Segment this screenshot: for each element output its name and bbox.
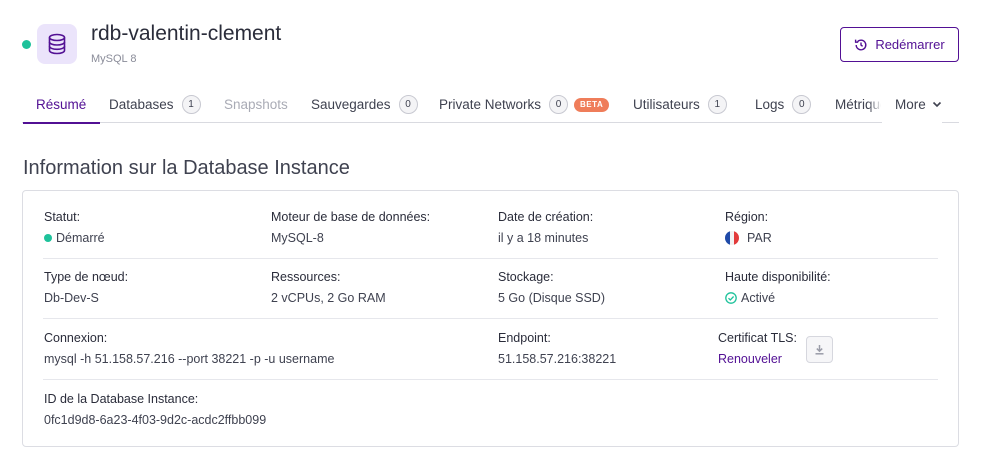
restart-icon bbox=[854, 38, 868, 52]
download-certificate-button[interactable] bbox=[806, 336, 833, 363]
section-title: Information sur la Database Instance bbox=[23, 157, 350, 179]
moteur-field: Moteur de base de données: MySQL-8 bbox=[271, 209, 430, 246]
tab-databases[interactable]: Databases 1 bbox=[109, 86, 201, 123]
tls-field: Certificat TLS: Renouveler bbox=[718, 330, 797, 367]
tab-resume[interactable]: Résumé bbox=[22, 86, 101, 124]
field-value: Activé bbox=[725, 290, 831, 306]
field-value: il y a 18 minutes bbox=[498, 231, 589, 245]
tab-label: Logs bbox=[755, 97, 785, 112]
count-badge: 1 bbox=[707, 95, 727, 114]
region-text: PAR bbox=[747, 231, 772, 245]
ressources-field: Ressources: 2 vCPUs, 2 Go RAM bbox=[271, 269, 386, 306]
info-row: ID de la Database Instance: 0fc1d9d8-6a2… bbox=[43, 391, 938, 436]
field-value: Db-Dev-S bbox=[44, 291, 99, 305]
info-card: Statut: Démarré Moteur de base de donnée… bbox=[22, 190, 959, 447]
date-field: Date de création: il y a 18 minutes bbox=[498, 209, 593, 246]
field-label: ID de la Database Instance: bbox=[44, 392, 199, 406]
info-row: Type de nœud: Db-Dev-S Ressources: 2 vCP… bbox=[43, 269, 938, 319]
tab-label: Private Networks bbox=[439, 97, 542, 112]
chevron-down-icon bbox=[932, 101, 942, 108]
tab-snapshots: Snapshots bbox=[224, 86, 288, 123]
field-label: Type de nœud: bbox=[44, 270, 129, 284]
endpoint-field: Endpoint: 51.158.57.216:38221 bbox=[498, 330, 616, 367]
tab-label: Résumé bbox=[36, 97, 87, 112]
connection-string: mysql -h 51.158.57.216 --port 38221 -p -… bbox=[44, 352, 335, 366]
field-label: Région: bbox=[725, 210, 769, 224]
status-dot bbox=[22, 40, 31, 49]
more-label: More bbox=[895, 97, 926, 112]
info-row: Statut: Démarré Moteur de base de donnée… bbox=[43, 209, 938, 259]
instance-id: 0fc1d9d8-6a23-4f03-9d2c-acdc2ffbb099 bbox=[44, 413, 267, 427]
database-icon bbox=[37, 24, 77, 64]
ha-text: Activé bbox=[741, 291, 776, 305]
count-badge: 0 bbox=[792, 95, 812, 114]
check-circle-icon bbox=[725, 292, 737, 304]
count-badge: 0 bbox=[549, 95, 569, 114]
tab-private-networks[interactable]: Private Networks 0 BETA bbox=[439, 86, 610, 123]
more-tabs-dropdown[interactable]: More bbox=[882, 86, 942, 123]
field-value: Démarré bbox=[44, 230, 105, 246]
tab-utilisateurs[interactable]: Utilisateurs 1 bbox=[633, 86, 727, 123]
field-label: Moteur de base de données: bbox=[271, 210, 431, 224]
field-value: 5 Go (Disque SSD) bbox=[498, 291, 605, 305]
connexion-field: Connexion: mysql -h 51.158.57.216 --port… bbox=[44, 330, 334, 367]
status-text: Démarré bbox=[56, 231, 105, 245]
info-row: Connexion: mysql -h 51.158.57.216 --port… bbox=[43, 330, 938, 380]
field-label: Ressources: bbox=[271, 270, 341, 284]
type-field: Type de nœud: Db-Dev-S bbox=[44, 269, 128, 306]
page-subtitle: MySQL 8 bbox=[91, 53, 137, 65]
field-value: 2 vCPUs, 2 Go RAM bbox=[271, 291, 386, 305]
tab-label: Databases bbox=[109, 97, 174, 112]
field-label: Endpoint: bbox=[498, 331, 551, 345]
tab-bar: Résumé Databases 1 Snapshots Sauvegardes… bbox=[22, 86, 959, 124]
count-badge: 0 bbox=[398, 95, 418, 114]
field-label: Certificat TLS: bbox=[718, 331, 797, 345]
download-icon bbox=[814, 344, 825, 355]
field-label: Haute disponibilité: bbox=[725, 270, 831, 284]
field-label: Stockage: bbox=[498, 270, 554, 284]
field-label: Date de création: bbox=[498, 210, 594, 224]
tab-label: Utilisateurs bbox=[633, 97, 700, 112]
region-field: Région: PAR bbox=[725, 209, 772, 246]
field-value: 51.158.57.216:38221 bbox=[498, 352, 617, 366]
instance-id-field: ID de la Database Instance: 0fc1d9d8-6a2… bbox=[44, 391, 266, 428]
tab-label: Snapshots bbox=[224, 97, 288, 112]
count-badge: 1 bbox=[181, 95, 201, 114]
field-label: Connexion: bbox=[44, 331, 108, 345]
statut-field: Statut: Démarré bbox=[44, 209, 105, 246]
beta-badge: BETA bbox=[574, 97, 610, 112]
renew-tls-link[interactable]: Renouveler bbox=[718, 351, 782, 367]
field-value: MySQL-8 bbox=[271, 231, 324, 245]
restart-button[interactable]: Redémarrer bbox=[840, 27, 959, 62]
page-title: rdb-valentin-clement bbox=[91, 22, 282, 45]
field-label: Statut: bbox=[44, 210, 81, 224]
stockage-field: Stockage: 5 Go (Disque SSD) bbox=[498, 269, 605, 306]
tab-sauvegardes[interactable]: Sauvegardes 0 bbox=[311, 86, 418, 123]
ha-field: Haute disponibilité: Activé bbox=[725, 269, 831, 306]
restart-button-label: Redémarrer bbox=[875, 37, 945, 52]
tab-overflow-fade bbox=[868, 86, 882, 122]
status-dot bbox=[44, 234, 52, 242]
france-flag-icon bbox=[725, 231, 739, 245]
field-value: PAR bbox=[725, 230, 772, 246]
tab-label: Sauvegardes bbox=[311, 97, 391, 112]
tab-logs[interactable]: Logs 0 bbox=[755, 86, 812, 123]
